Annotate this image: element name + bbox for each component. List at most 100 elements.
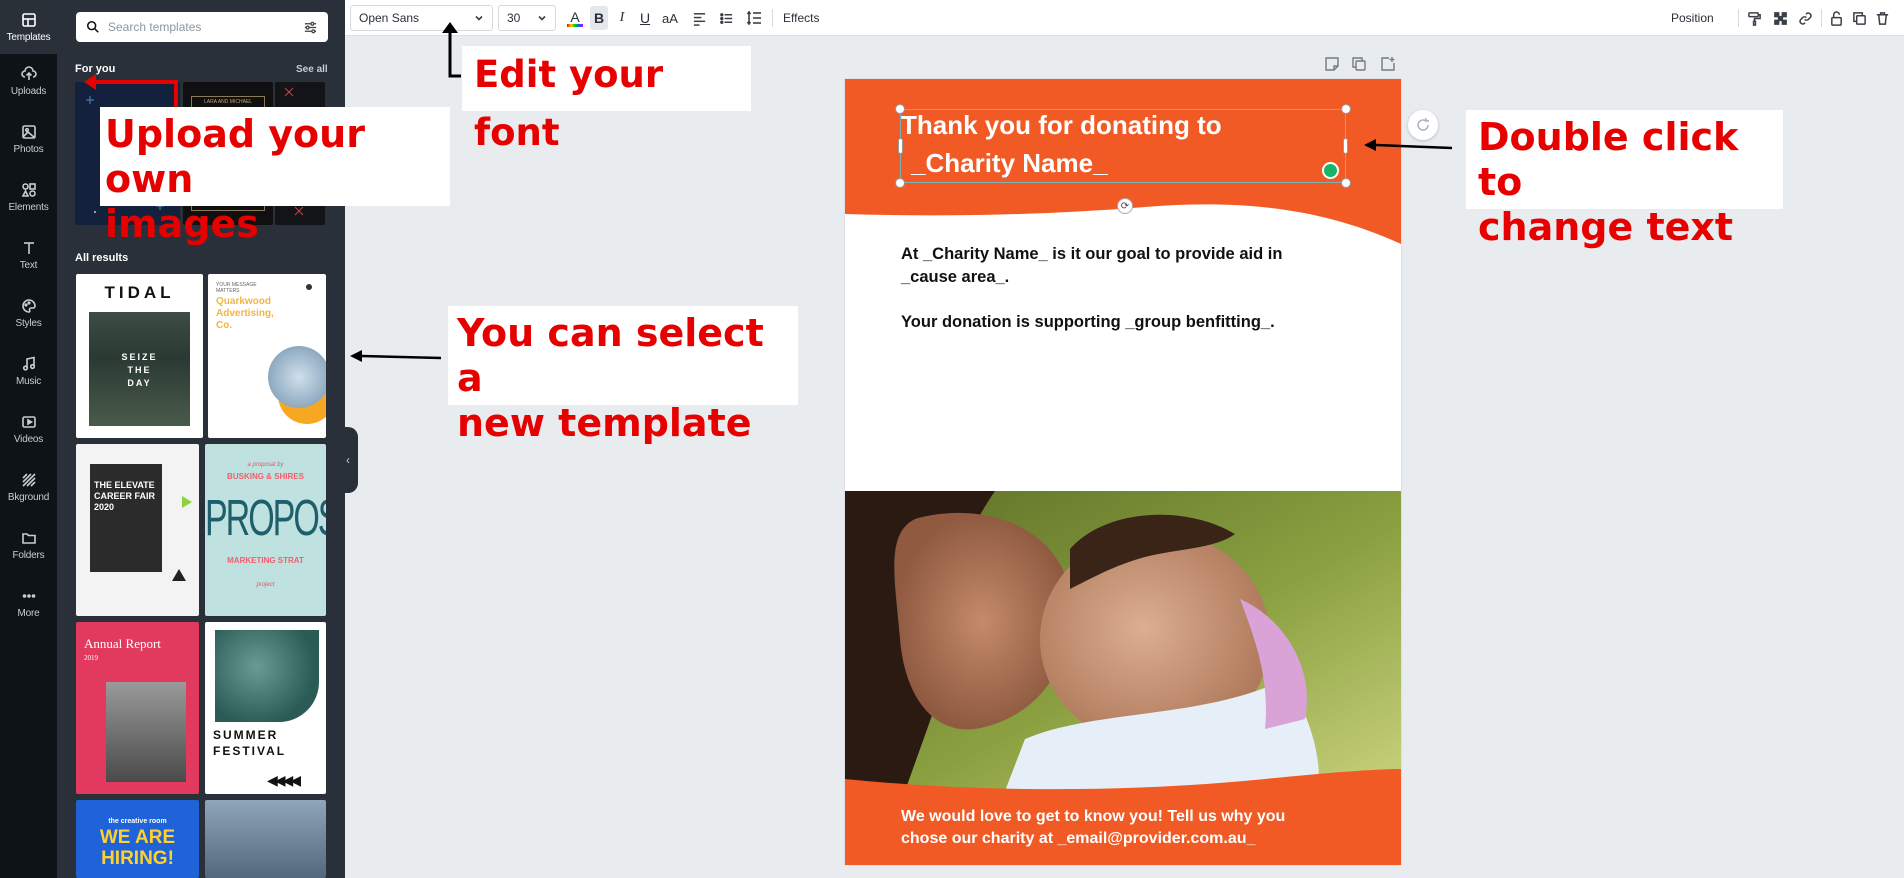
music-icon <box>22 356 35 371</box>
rail-label: Videos <box>13 433 44 445</box>
rail-label: Photos <box>13 143 44 155</box>
text-icon <box>23 241 34 254</box>
rail-styles[interactable]: Styles <box>0 286 57 340</box>
body-line-3[interactable]: Your donation is supporting _group benfi… <box>901 311 1275 334</box>
position-button[interactable]: Position <box>1671 0 1714 36</box>
font-size-select[interactable]: 30 <box>498 5 556 31</box>
rail-text[interactable]: Text <box>0 228 57 282</box>
chevron-left-icon: ‹ <box>346 453 350 467</box>
rail-background[interactable]: Bkground <box>0 460 57 514</box>
template-thumb-tidal[interactable]: TIDAL SEIZE THE DAY <box>76 274 203 438</box>
more-icon <box>22 593 35 598</box>
resize-handle-bottom-right[interactable] <box>1341 178 1351 188</box>
page-notes-button[interactable] <box>1324 56 1340 72</box>
tidal-title: TIDAL <box>104 283 175 302</box>
duplicate-page-button[interactable] <box>1351 56 1367 72</box>
link-button[interactable] <box>1796 0 1814 36</box>
rail-videos[interactable]: Videos <box>0 402 57 456</box>
template-thumb-hiring[interactable]: the creative room WE ARE HIRING! <box>76 800 199 878</box>
spacing-button[interactable] <box>744 0 764 36</box>
align-button[interactable] <box>690 0 708 36</box>
palette-icon <box>21 298 36 313</box>
effects-label: Effects <box>783 11 820 25</box>
rail-label: Elements <box>8 201 49 213</box>
list-button[interactable] <box>717 0 735 36</box>
rail-templates[interactable]: Templates <box>0 0 57 54</box>
unlock-icon <box>1830 10 1842 26</box>
add-page-button[interactable] <box>1380 56 1396 72</box>
resize-handle-top-left[interactable] <box>895 104 905 114</box>
grammar-check-badge[interactable] <box>1322 162 1339 179</box>
resize-handle-right[interactable] <box>1343 138 1348 154</box>
underline-button[interactable]: U <box>637 0 653 36</box>
footer-textbox[interactable]: We would love to get to know you! Tell u… <box>901 806 1361 850</box>
template-arrow <box>361 354 442 360</box>
link-icon <box>1798 11 1812 25</box>
footer-line-2: chose our charity at _email@provider.com… <box>901 830 1256 847</box>
template-thumb-annual-report[interactable]: Annual Report 2019 <box>76 622 199 794</box>
rail-music[interactable]: Music <box>0 344 57 398</box>
comment-button[interactable] <box>1408 110 1438 140</box>
career-line-3: 2020 <box>94 502 115 512</box>
lock-button[interactable] <box>1827 0 1845 36</box>
quarkwood-name-3: Co. <box>216 320 233 331</box>
hiring-line-1: WE ARE <box>99 827 176 848</box>
template-thumb-summer-festival[interactable]: SUMMER FESTIVAL ◀◀◀◀ <box>205 622 326 794</box>
text-toolbar: Open Sans 30 A B I U aA Effects Position <box>345 0 1904 36</box>
search-icon <box>86 20 99 33</box>
see-all-link[interactable]: See all <box>296 64 328 75</box>
letter-case-label: aA <box>662 10 678 26</box>
duplicate-button[interactable] <box>1850 0 1868 36</box>
proposal-title: PROPOSAL <box>205 490 326 547</box>
proposal-brand: BUSKING & SHIRES <box>227 472 304 481</box>
template-thumb-career-fair[interactable]: THE ELEVATE CAREER FAIR 2020 <box>76 444 199 616</box>
career-green-mark <box>182 496 192 508</box>
filter-icon[interactable] <box>303 20 318 35</box>
body-line-1[interactable]: At _Charity Name_ is it our goal to prov… <box>901 243 1282 266</box>
hiring-line-2: HIRING! <box>101 848 174 869</box>
search-input[interactable] <box>108 20 303 34</box>
delete-button[interactable] <box>1873 0 1891 36</box>
rotate-handle[interactable]: ⟳ <box>1117 198 1133 214</box>
template-thumb-city[interactable] <box>205 800 326 878</box>
left-nav-rail: Templates Uploads Photos Elements Text S… <box>0 0 57 878</box>
summer-arrows: ◀◀◀◀ <box>267 772 301 788</box>
rail-folders[interactable]: Folders <box>0 518 57 572</box>
transparency-button[interactable] <box>1771 0 1789 36</box>
annual-year: 2019 <box>84 654 98 662</box>
template-thumb-proposal[interactable]: a proposal by BUSKING & SHIRES PROPOSAL … <box>205 444 326 616</box>
photo-icon <box>21 124 36 139</box>
rail-photos[interactable]: Photos <box>0 112 57 166</box>
upload-icon <box>20 65 37 80</box>
rail-uploads[interactable]: Uploads <box>0 54 57 108</box>
footer-line-1: We would love to get to know you! Tell u… <box>901 808 1286 825</box>
template-arrow-head <box>350 350 362 362</box>
resize-handle-bottom-left[interactable] <box>895 178 905 188</box>
letter-case-button[interactable]: aA <box>659 0 681 36</box>
resize-handle-left[interactable] <box>898 138 903 154</box>
text-selection-box[interactable]: ⟳ <box>895 104 1351 214</box>
quarkwood-name-1: Quarkwood <box>216 296 272 307</box>
annotation-template-line-1: You can select a <box>457 311 764 400</box>
search-box[interactable] <box>76 12 328 42</box>
resize-handle-top-right[interactable] <box>1341 104 1351 114</box>
shapes-icon <box>21 182 36 197</box>
effects-button[interactable]: Effects <box>783 0 819 36</box>
rail-elements[interactable]: Elements <box>0 170 57 224</box>
body-line-2[interactable]: _cause area_. <box>901 266 1009 289</box>
copy-style-button[interactable] <box>1745 0 1763 36</box>
for-you-heading: For you <box>75 63 116 75</box>
rail-more[interactable]: More <box>0 576 57 630</box>
italic-button[interactable]: I <box>614 0 630 36</box>
text-color-button[interactable]: A <box>566 0 584 36</box>
annual-title: Annual Report <box>84 636 161 651</box>
template-thumb-quarkwood[interactable]: YOUR MESSAGE MATTERS Quarkwood Advertisi… <box>208 274 326 438</box>
font-family-value: Open Sans <box>359 11 420 25</box>
wedding-title: LARA AND MICHAEL <box>203 99 253 105</box>
page-artwork <box>845 79 1401 865</box>
bold-button[interactable]: B <box>590 6 608 30</box>
rail-label: Bkground <box>7 491 50 503</box>
design-page[interactable]: Thank you for donating to _Charity Name_… <box>845 79 1401 865</box>
collapse-panel-button[interactable]: ‹ <box>338 427 358 493</box>
font-family-select[interactable]: Open Sans <box>350 5 493 31</box>
